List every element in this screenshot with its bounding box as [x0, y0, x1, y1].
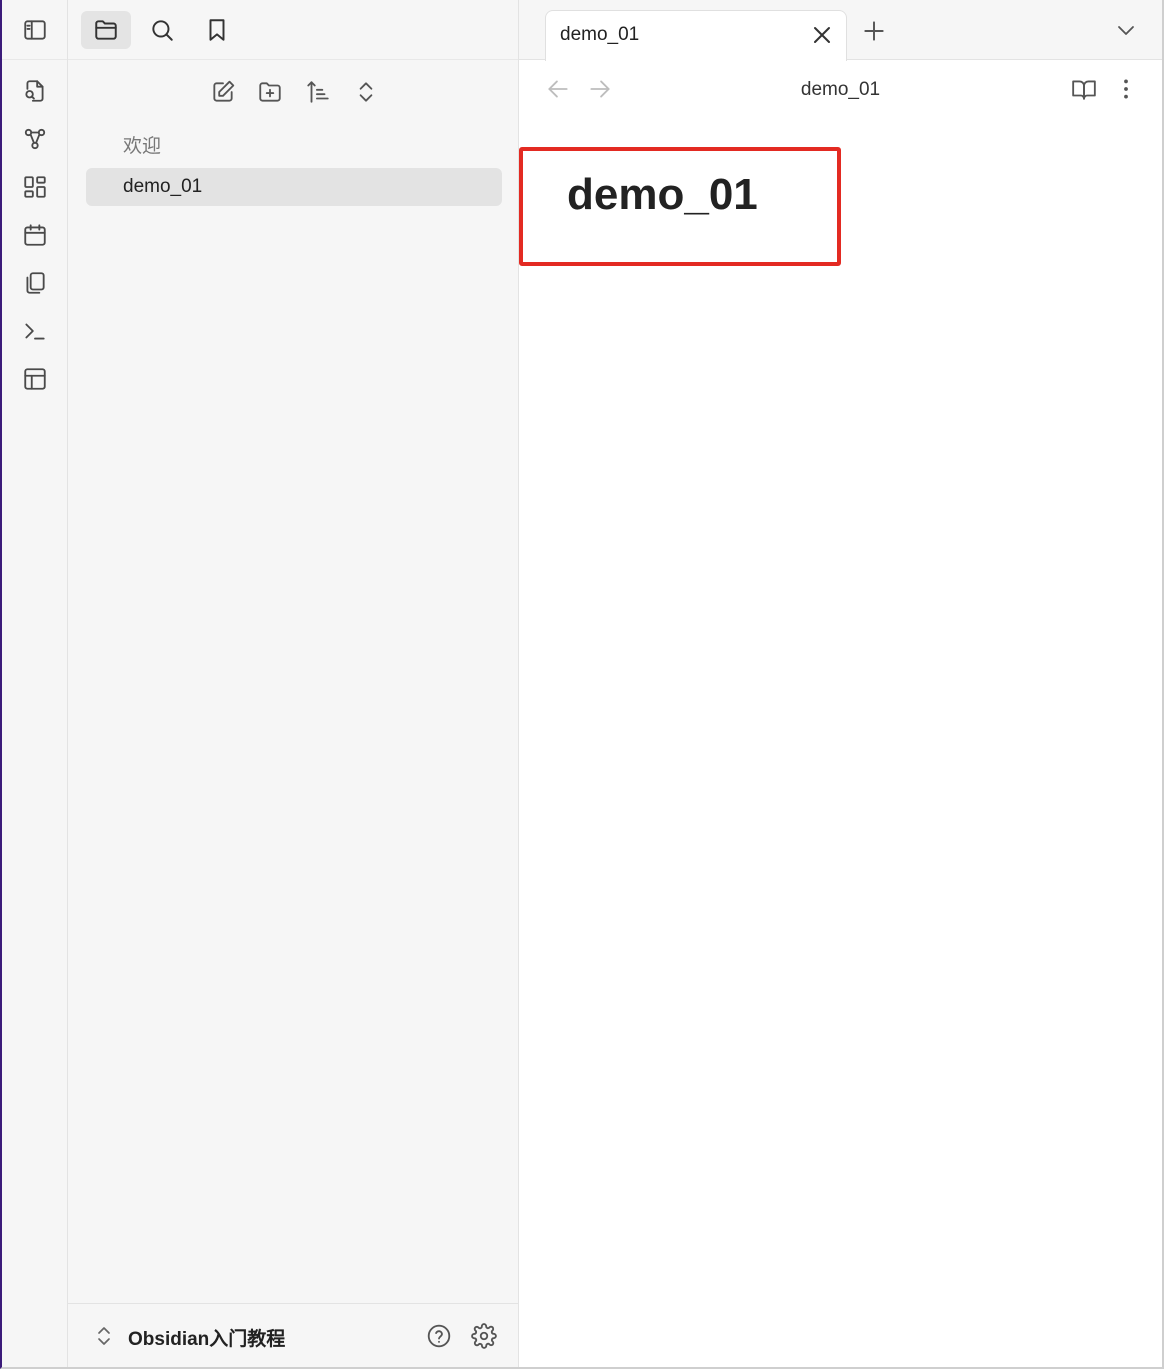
settings-button[interactable] [469, 1321, 499, 1351]
file-tree: 欢迎 demo_01 [86, 128, 502, 208]
vault-switcher-bar: Obsidian入门教程 [68, 1303, 518, 1367]
graph-view-icon [24, 128, 46, 150]
daily-note-button[interactable] [18, 218, 52, 252]
new-tab-button[interactable] [861, 18, 887, 44]
chevrons-up-down-icon [98, 1327, 110, 1345]
templates-icon [26, 272, 45, 294]
canvas-icon [24, 176, 46, 198]
book-open-icon [1072, 80, 1096, 100]
tab-files[interactable] [81, 11, 131, 49]
tab-title: demo_01 [560, 24, 640, 45]
new-folder-button[interactable] [252, 74, 288, 110]
help-icon [427, 1324, 451, 1348]
ribbon-top [2, 0, 67, 60]
plus-icon [864, 21, 884, 41]
open-quick-switcher-icon [25, 80, 44, 102]
sidebar-tab-header [68, 0, 518, 60]
reading-view-button[interactable] [1071, 76, 1097, 102]
new-note-button[interactable] [205, 74, 241, 110]
tab-list-button[interactable] [1114, 18, 1138, 42]
tab-bar: demo_01 [519, 0, 1162, 61]
search-icon [152, 20, 173, 41]
vault-name[interactable]: Obsidian入门教程 [128, 1324, 285, 1351]
chevrons-up-down-icon [359, 82, 373, 102]
command-palette-icon [25, 323, 45, 340]
layout-icon [24, 368, 46, 390]
more-options-button[interactable] [1113, 76, 1139, 102]
bookmark-icon [209, 19, 225, 41]
tab-demo-01[interactable]: demo_01 [545, 10, 847, 61]
sort-icon [307, 81, 329, 103]
help-button[interactable] [424, 1321, 454, 1351]
graph-view-button[interactable] [18, 122, 52, 156]
left-ribbon [2, 0, 68, 1367]
close-tab-button[interactable] [810, 23, 834, 47]
command-palette-button[interactable] [18, 314, 52, 348]
tab-search[interactable] [137, 11, 187, 49]
quick-switcher-button[interactable] [18, 74, 52, 108]
daily-note-icon [24, 224, 46, 246]
file-explorer-sidebar: 欢迎 demo_01 Obsidian入门教程 [68, 0, 519, 1367]
obsidian-window: 欢迎 demo_01 Obsidian入门教程 demo_01 demo_01 … [0, 0, 1164, 1369]
vault-switcher-button[interactable] [94, 1324, 114, 1348]
close-icon [814, 27, 830, 43]
sidebar-toggle-icon [24, 20, 46, 40]
file-item-demo-01[interactable]: demo_01 [86, 168, 502, 206]
document-title[interactable]: demo_01 [567, 170, 758, 220]
folder-icon [95, 20, 117, 40]
more-vertical-icon [1124, 79, 1128, 99]
main-editor-area: demo_01 demo_01 demo_01 [519, 0, 1162, 1367]
chevron-down-icon [1118, 26, 1134, 35]
gear-icon [471, 1323, 497, 1349]
folder-plus-icon [259, 82, 281, 102]
view-header: demo_01 [519, 60, 1162, 118]
tab-bookmarks[interactable] [192, 11, 242, 49]
toggle-sidebar-button[interactable] [18, 13, 52, 47]
collapse-all-button[interactable] [348, 74, 384, 110]
file-item-welcome[interactable]: 欢迎 [86, 128, 502, 166]
view-title[interactable]: demo_01 [519, 79, 1162, 101]
file-explorer-actions [68, 74, 518, 110]
sort-order-button[interactable] [300, 74, 336, 110]
layout-button[interactable] [18, 362, 52, 396]
edit-icon [213, 80, 235, 102]
canvas-button[interactable] [18, 170, 52, 204]
templates-button[interactable] [18, 266, 52, 300]
